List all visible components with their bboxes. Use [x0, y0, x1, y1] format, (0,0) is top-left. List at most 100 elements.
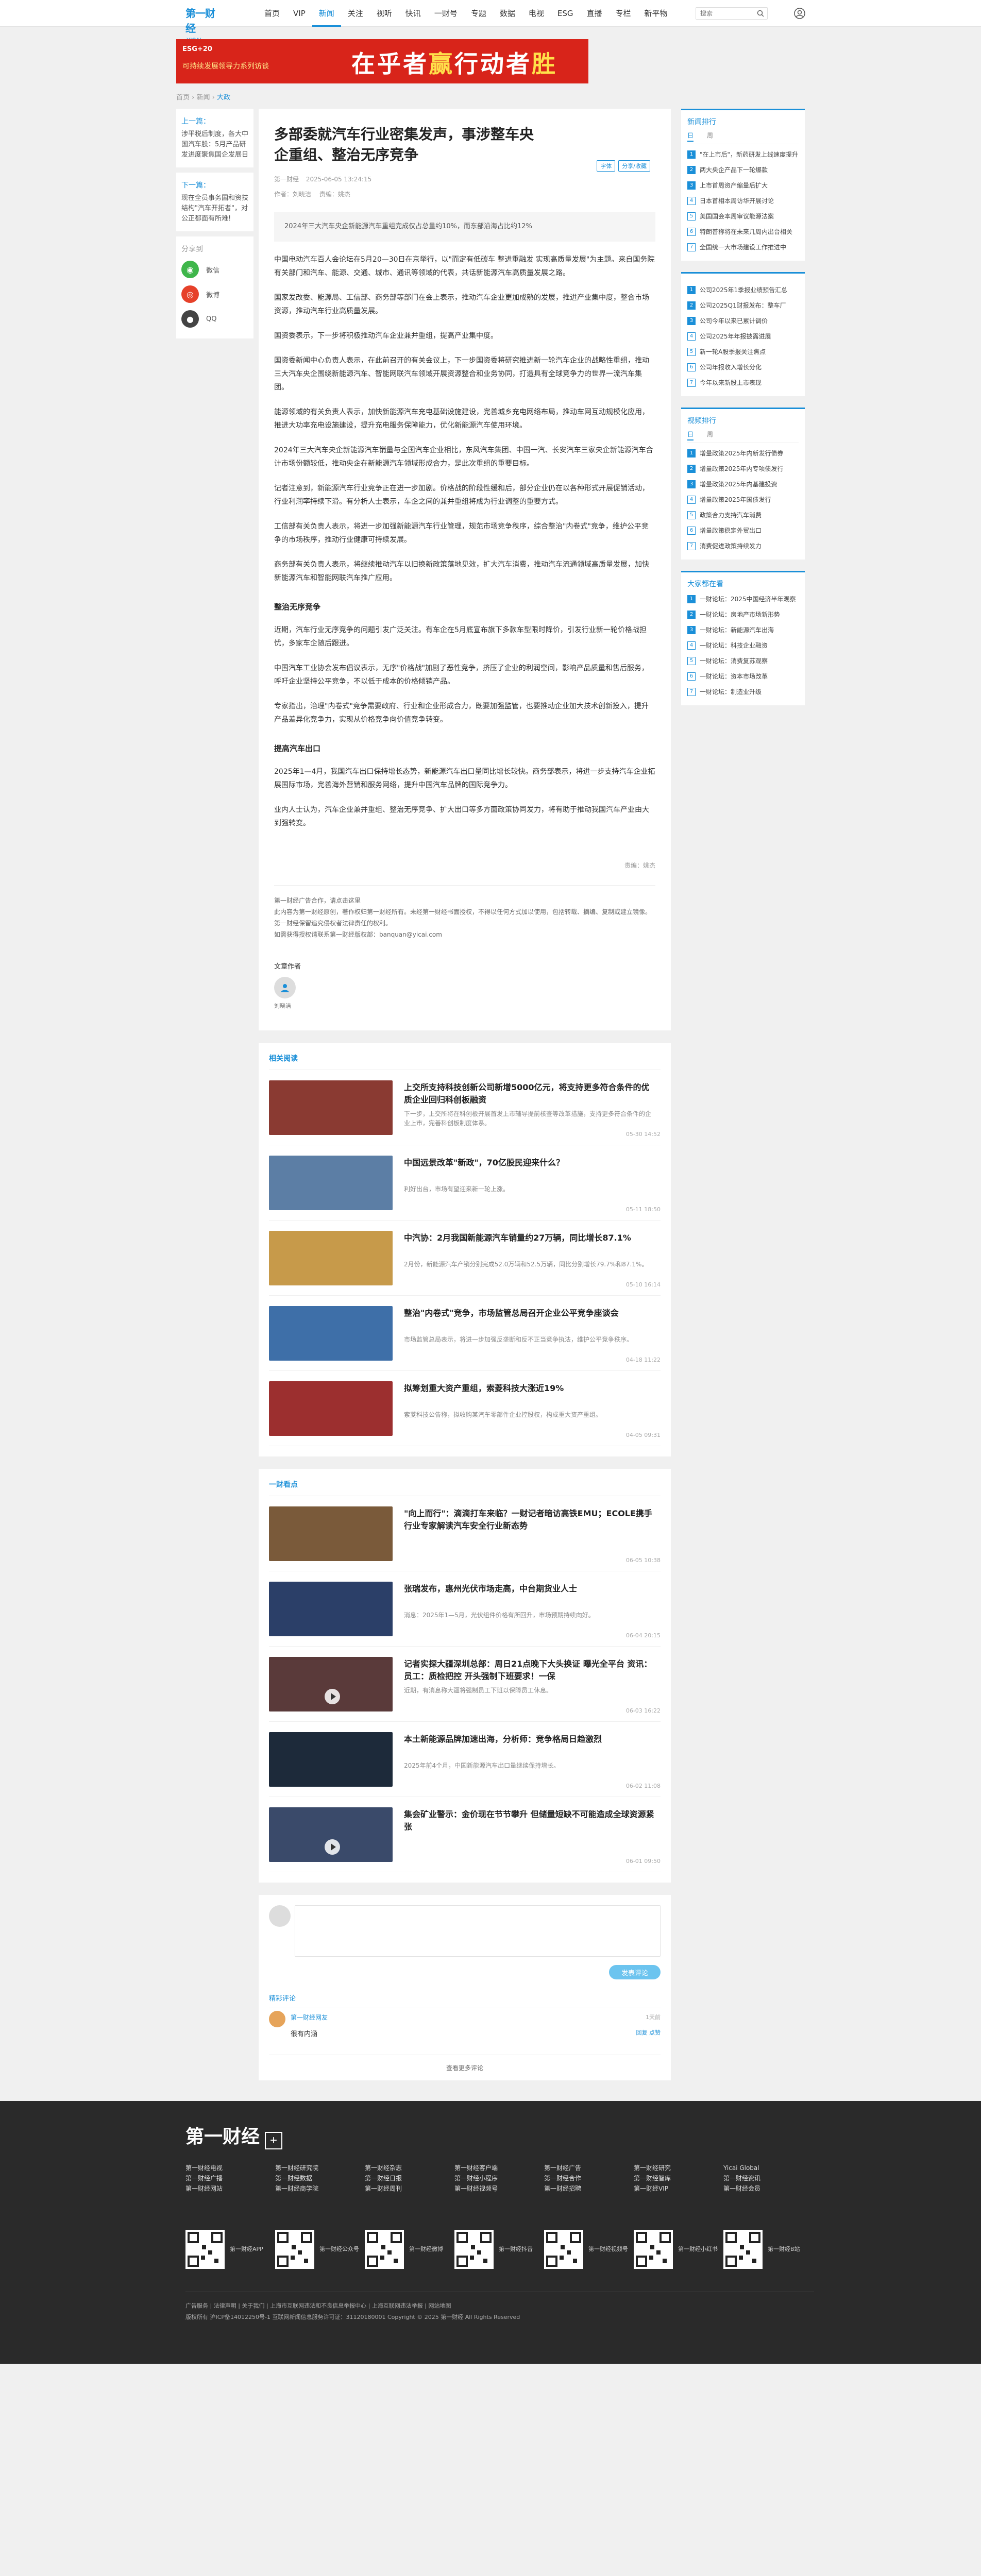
ranking-item[interactable]: 5 美国国会本周审议能源法案	[687, 211, 799, 222]
ranking-item[interactable]: 1 增量政策2025年内新发行债券	[687, 448, 799, 459]
nav-item[interactable]: 视听	[370, 0, 399, 27]
nav-item[interactable]: 专题	[464, 0, 493, 27]
author-name[interactable]: 刘晓洁	[274, 1002, 655, 1010]
ranking-item[interactable]: 4 公司2025年年报披露进展	[687, 331, 799, 342]
item-title[interactable]: 中国远景改革"新政"，70亿股民迎来什么？	[404, 1157, 656, 1169]
list-item[interactable]: 整治"内卷式"竞争，市场监管总局召开企业公平竞争座谈会 市场监管总局表示，将进一步…	[269, 1296, 661, 1371]
footer-link[interactable]: 第一财经小程序	[454, 2173, 544, 2183]
ad-banner[interactable]: ESG+20 可持续发展领导力系列访谈 在乎者赢行动者胜	[176, 39, 588, 83]
search-icon[interactable]	[757, 10, 764, 17]
nav-item[interactable]: 快讯	[399, 0, 428, 27]
user-icon[interactable]	[793, 7, 806, 20]
footer-link[interactable]: 第一财经网站	[185, 2183, 275, 2194]
thumbnail-image[interactable]	[269, 1156, 393, 1210]
ranking-item[interactable]: 6 增量政策稳定外贸出口	[687, 526, 799, 536]
ranking-item[interactable]: 1 一财论坛：2025中国经济半年观察	[687, 594, 799, 604]
thumbnail-image[interactable]	[269, 1582, 393, 1636]
nav-item[interactable]: 新平物	[638, 0, 674, 27]
ranking-item-text[interactable]: 公司2025年1季报业绩预告汇总	[700, 285, 799, 295]
comment-submit-button[interactable]: 发表评论	[609, 1965, 661, 1979]
nav-item[interactable]: 直播	[580, 0, 609, 27]
more-comments-link[interactable]: 查看更多评论	[269, 2055, 661, 2072]
thumbnail-image[interactable]	[269, 1807, 393, 1862]
footer-link[interactable]: 第一财经VIP	[634, 2183, 723, 2194]
footer-link[interactable]: 第一财经研究院	[275, 2163, 365, 2173]
ranking-item[interactable]: 3 上市首周资产缩量后扩大	[687, 180, 799, 191]
ranking-item[interactable]: 7 今年以来新股上市表现	[687, 378, 799, 388]
comment-input[interactable]	[295, 1905, 661, 1957]
footer-link[interactable]: 第一财经杂志	[365, 2163, 454, 2173]
share-collect-button[interactable]: 分享/收藏	[618, 160, 650, 172]
item-title[interactable]: 集会矿业警示：金价现在节节攀升 但储量短缺不可能造成全球资源紧张	[404, 1808, 656, 1833]
nav-item[interactable]: 关注	[341, 0, 370, 27]
list-item[interactable]: 上交所支持科技创新公司新增5000亿元，将支持更多符合条件的优质企业回归科创板融…	[269, 1070, 661, 1145]
footer-link[interactable]: 第一财经资讯	[723, 2173, 813, 2183]
commenter-name[interactable]: 第一财经网友	[291, 2013, 328, 2022]
ranking-item-text[interactable]: 新一轮A股季报关注焦点	[700, 347, 799, 357]
share-weibo[interactable]: ◎ 微博	[181, 282, 248, 307]
ranking-item-text[interactable]: "在上市后"，新药研发上线速度提升	[700, 149, 799, 160]
ranking-item-text[interactable]: 一财论坛：房地产市场新形势	[700, 609, 799, 620]
footer-link[interactable]: 第一财经数据	[275, 2173, 365, 2183]
ranking-item-text[interactable]: 增量政策2025年内新发行债券	[700, 448, 799, 459]
list-item[interactable]: 中汽协：2月我国新能源汽车销量约27万辆，同比增长87.1% 2月份，新能源汽车产…	[269, 1221, 661, 1296]
ranking-item[interactable]: 3 一财论坛：新能源汽车出海	[687, 625, 799, 635]
item-title[interactable]: 拟筹划重大资产重组，索菱科技大涨近19%	[404, 1382, 656, 1395]
tab-week[interactable]: 周	[707, 430, 713, 440]
ranking-item[interactable]: 6 特朗普称将在未来几周内出台相关	[687, 227, 799, 237]
footer-link[interactable]: 第一财经客户端	[454, 2163, 544, 2173]
ranking-item-text[interactable]: 增量政策2025年内专项债发行	[700, 464, 799, 474]
footer-link[interactable]: Yicai Global	[723, 2163, 813, 2173]
ranking-item-text[interactable]: 一财论坛：新能源汽车出海	[700, 625, 799, 635]
ranking-item-text[interactable]: 一财论坛：消费复苏观察	[700, 656, 799, 666]
search-box[interactable]	[696, 7, 768, 20]
ranking-item-text[interactable]: 一财论坛：科技企业融资	[700, 640, 799, 651]
list-item[interactable]: 记者实探大疆深圳总部：周日21点晚下大头换证 曝光全平台 资讯：员工：质检把控 …	[269, 1647, 661, 1722]
thumbnail-image[interactable]	[269, 1657, 393, 1711]
footer-link[interactable]: 第一财经智库	[634, 2173, 723, 2183]
ranking-item-text[interactable]: 消费促进政策持续发力	[700, 541, 799, 551]
ranking-item-text[interactable]: 一财论坛：资本市场改革	[700, 671, 799, 682]
ranking-item[interactable]: 4 日本首相本周访华开展讨论	[687, 196, 799, 206]
thumbnail-image[interactable]	[269, 1080, 393, 1135]
ranking-item-text[interactable]: 公司2025年年报披露进展	[700, 331, 799, 342]
footer-link[interactable]: 第一财经广告	[544, 2163, 634, 2173]
thumbnail-image[interactable]	[269, 1506, 393, 1561]
item-title[interactable]: 上交所支持科技创新公司新增5000亿元，将支持更多符合条件的优质企业回归科创板融…	[404, 1081, 656, 1106]
ranking-item-text[interactable]: 特朗普称将在未来几周内出台相关	[700, 227, 799, 237]
ranking-item[interactable]: 5 一财论坛：消费复苏观察	[687, 656, 799, 666]
footer-nav-links[interactable]: 广告服务 | 法律声明 | 关于我们 | 上海市互联网违法和不良信息举报中心 |…	[185, 2300, 814, 2312]
nav-item[interactable]: ESG	[551, 0, 580, 27]
ranking-item-text[interactable]: 政策合力支持汽车消费	[700, 510, 799, 520]
breadcrumb-section[interactable]: 新闻	[197, 94, 210, 101]
item-title[interactable]: 本土新能源品牌加速出海，分析师：竞争格局日趋激烈	[404, 1733, 656, 1745]
ranking-item-text[interactable]: 美国国会本周审议能源法案	[700, 211, 799, 222]
footer-link[interactable]: 第一财经招聘	[544, 2183, 634, 2194]
share-qq[interactable]: ● QQ	[181, 307, 248, 331]
play-icon[interactable]	[325, 1689, 340, 1704]
tab-day[interactable]: 日	[687, 131, 694, 142]
item-title[interactable]: 记者实探大疆深圳总部：周日21点晚下大头换证 曝光全平台 资讯：员工：质检把控 …	[404, 1658, 656, 1683]
ranking-item-text[interactable]: 一财论坛：制造业升级	[700, 687, 799, 697]
ranking-item[interactable]: 3 公司今年以来已累计调价	[687, 316, 799, 326]
ranking-item[interactable]: 6 一财论坛：资本市场改革	[687, 671, 799, 682]
footer-link[interactable]: 第一财经日报	[365, 2173, 454, 2183]
ranking-item-text[interactable]: 一财论坛：2025中国经济半年观察	[700, 594, 799, 604]
footer-link[interactable]: 第一财经会员	[723, 2183, 813, 2194]
ranking-item[interactable]: 7 一财论坛：制造业升级	[687, 687, 799, 697]
ranking-item[interactable]: 2 两大央企产品下一轮爆款	[687, 165, 799, 175]
footer-link[interactable]: 第一财经电视	[185, 2163, 275, 2173]
play-icon[interactable]	[325, 1839, 340, 1855]
ranking-item-text[interactable]: 公司今年以来已累计调价	[700, 316, 799, 326]
tab-week[interactable]: 周	[707, 131, 713, 142]
thumbnail-image[interactable]	[269, 1381, 393, 1436]
list-item[interactable]: 本土新能源品牌加速出海，分析师：竞争格局日趋激烈 2025年前4个月，中国新能源汽…	[269, 1722, 661, 1797]
nav-item[interactable]: 数据	[493, 0, 522, 27]
ranking-item[interactable]: 1 公司2025年1季报业绩预告汇总	[687, 285, 799, 295]
ranking-item-text[interactable]: 今年以来新股上市表现	[700, 378, 799, 388]
nav-item[interactable]: 首页	[258, 0, 286, 27]
footer-link[interactable]: 第一财经视频号	[454, 2183, 544, 2194]
footer-link[interactable]: 第一财经商学院	[275, 2183, 365, 2194]
next-article-box[interactable]: 下一篇： 现在全员事务国和资技结构"汽车开拓者"，对公正都面有所难!	[176, 173, 253, 231]
thumbnail-image[interactable]	[269, 1732, 393, 1787]
